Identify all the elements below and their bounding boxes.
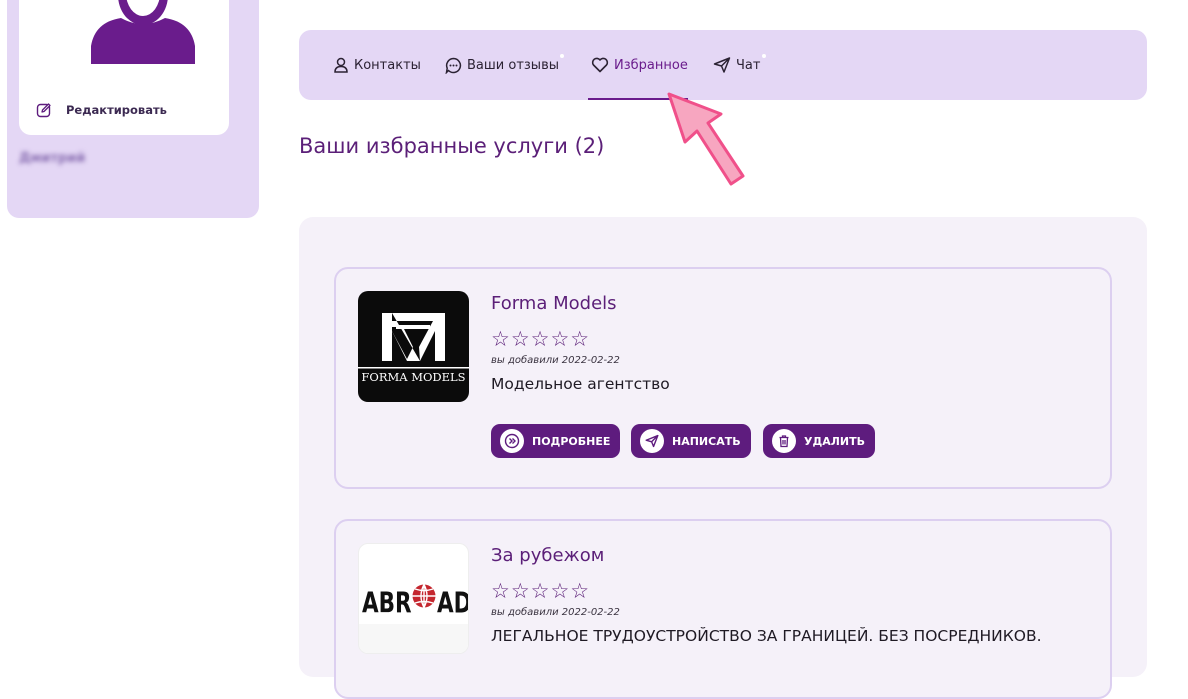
service-description: Модельное агентство	[491, 375, 670, 393]
edit-profile-label: Редактировать	[66, 103, 167, 117]
write-label: НАПИСАТЬ	[672, 434, 741, 448]
avatar	[91, 0, 195, 64]
service-name[interactable]: Forma Models	[491, 293, 617, 314]
user-name: Дмитрий	[19, 151, 86, 166]
favorite-card: FORMA MODELS Forma Models ☆☆☆☆☆ вы добав…	[334, 267, 1112, 489]
service-description: ЛЕГАЛЬНОЕ ТРУДОУСТРОЙСТВО ЗА ГРАНИЦЕЙ. Б…	[491, 627, 1042, 645]
abroad-logo-text-left: ABR	[362, 585, 412, 619]
forma-models-logo-graphic: FORMA MODELS	[358, 313, 469, 384]
details-label: ПОДРОБНЕЕ	[532, 434, 611, 448]
abroad-logo-text-right: AD	[437, 585, 469, 619]
notification-dot	[560, 54, 564, 58]
user-icon	[334, 57, 348, 73]
added-date: вы добавили 2022-02-22	[491, 607, 620, 618]
send-icon	[713, 57, 731, 73]
edit-icon	[36, 103, 51, 118]
abroad-logo-graphic: ABR AD	[359, 584, 469, 653]
tab-reviews[interactable]: Ваши отзывы	[445, 30, 564, 100]
page-title: Ваши избранные услуги (2)	[299, 134, 605, 158]
rating-stars: ☆☆☆☆☆	[491, 579, 591, 603]
trash-icon	[772, 429, 796, 453]
delete-label: УДАЛИТЬ	[804, 434, 866, 448]
abroad-logo[interactable]: ABR AD	[358, 543, 469, 654]
send-icon	[640, 429, 664, 453]
notification-dot	[762, 54, 766, 58]
tab-contacts[interactable]: Контакты	[333, 30, 421, 100]
details-icon	[500, 429, 524, 453]
favorite-card: ABR AD За рубежом ☆☆☆☆☆ вы добавили 2022…	[334, 519, 1112, 699]
heart-icon	[591, 57, 609, 73]
tab-reviews-label: Ваши отзывы	[467, 57, 559, 73]
edit-profile-button[interactable]: Редактировать	[36, 101, 167, 119]
tab-favorites-label: Избранное	[614, 57, 688, 73]
forma-models-logo-text: FORMA MODELS	[361, 370, 465, 384]
delete-button[interactable]: УДАЛИТЬ	[763, 424, 876, 458]
profile-card: Редактировать	[19, 0, 229, 135]
rating-stars: ☆☆☆☆☆	[491, 327, 591, 351]
write-button[interactable]: НАПИСАТЬ	[631, 424, 751, 458]
added-date: вы добавили 2022-02-22	[491, 355, 620, 366]
tab-chat-label: Чат	[736, 57, 761, 73]
pointer-arrow	[667, 92, 745, 186]
details-button[interactable]: ПОДРОБНЕЕ	[491, 424, 621, 458]
comment-icon	[445, 57, 462, 74]
tab-contacts-label: Контакты	[354, 57, 421, 73]
service-name[interactable]: За рубежом	[491, 545, 604, 566]
forma-models-logo[interactable]: FORMA MODELS	[358, 291, 469, 402]
